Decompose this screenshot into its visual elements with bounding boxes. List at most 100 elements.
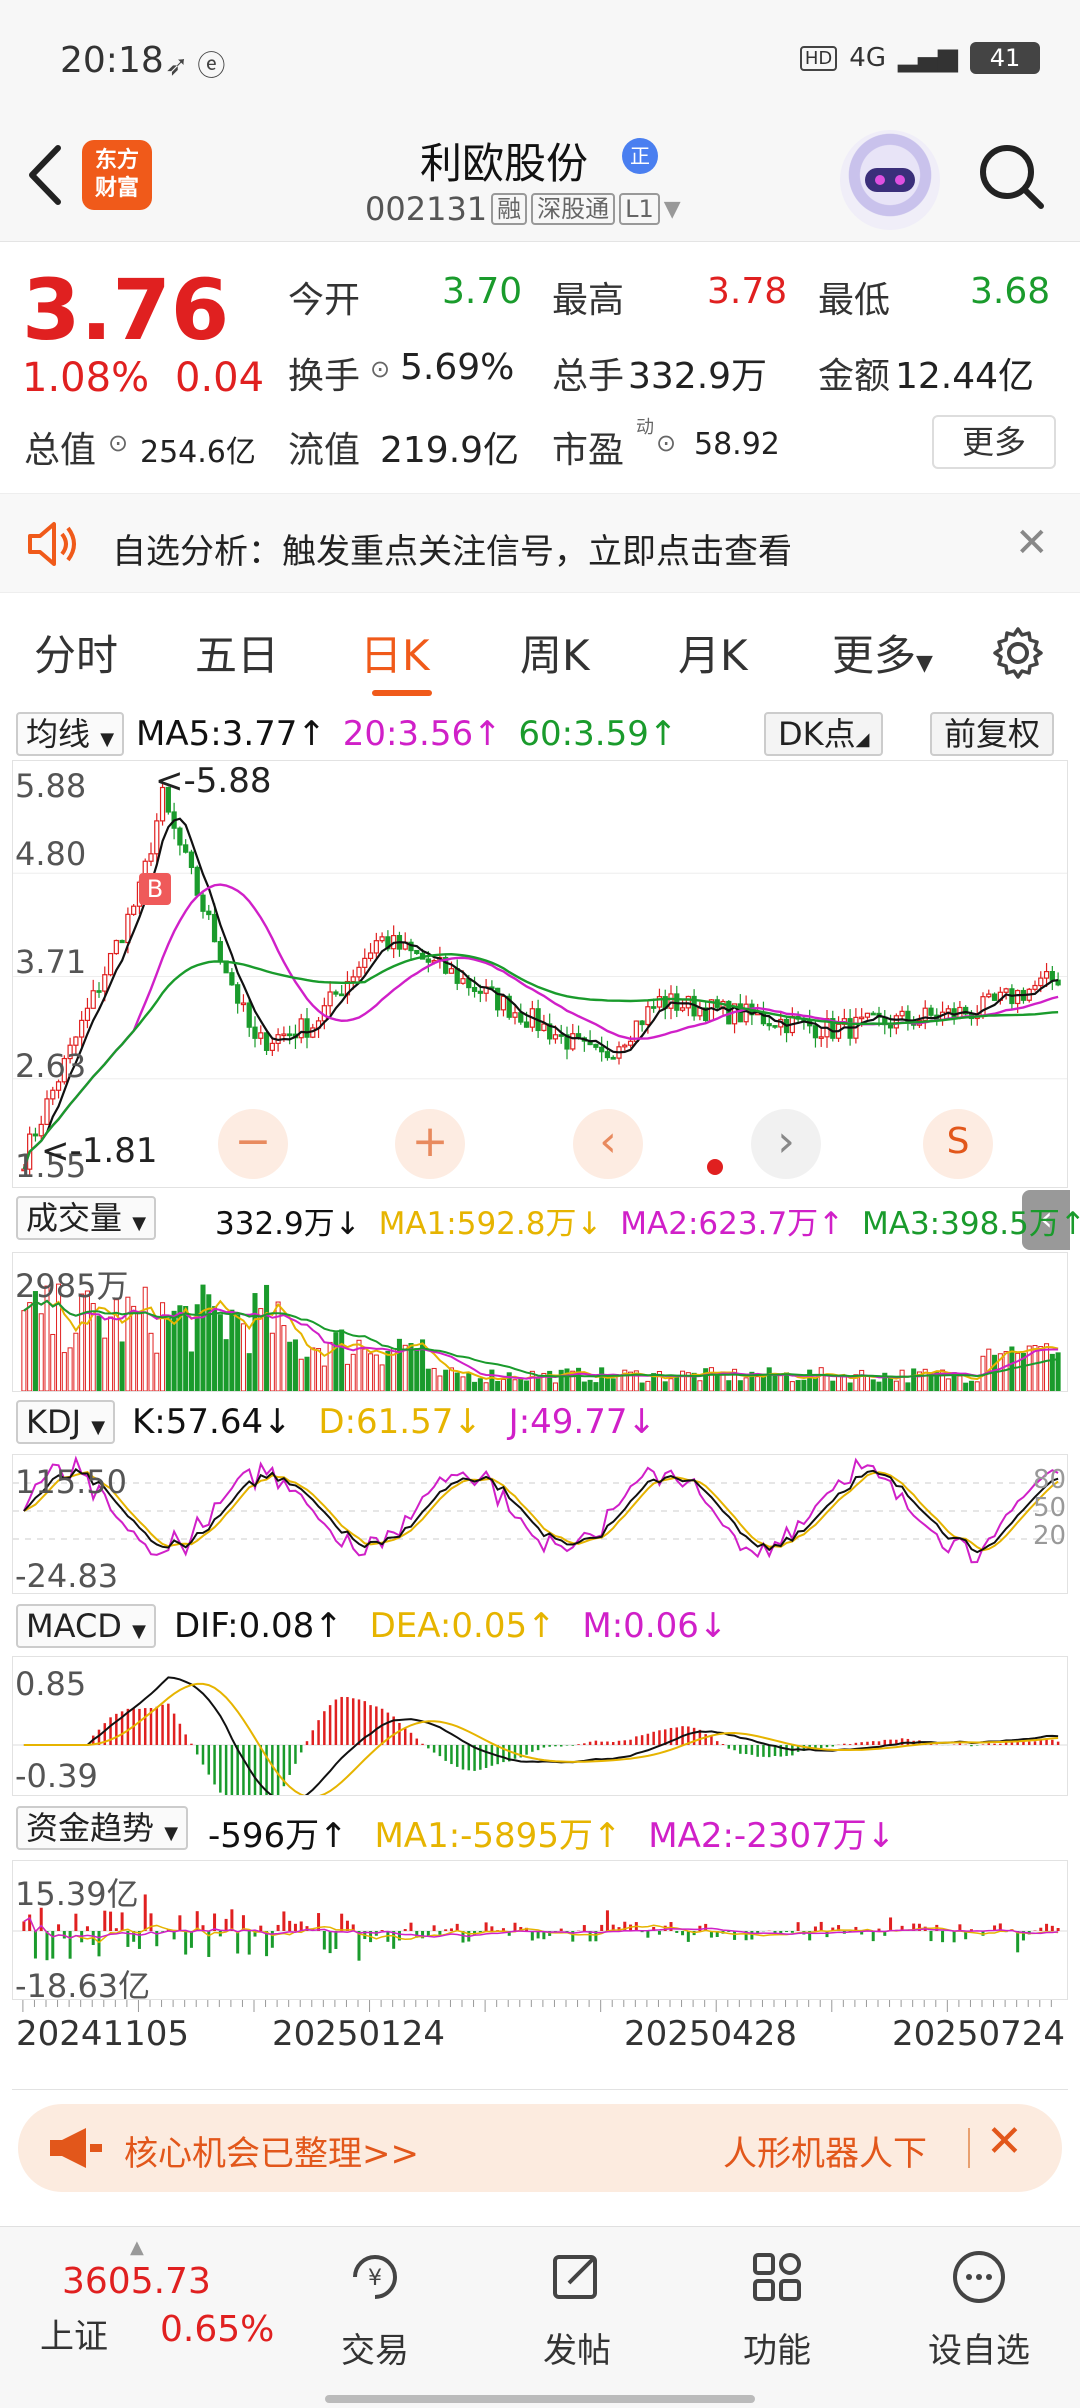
macd-dropdown[interactable]: MACD ▼	[16, 1604, 156, 1648]
promo-left-text[interactable]: 核心机会已整理>>	[124, 2126, 419, 2175]
nav-functions[interactable]: 功能	[722, 2247, 832, 2372]
zoom-out-button[interactable]: −	[218, 1109, 288, 1179]
scroll-right-button[interactable]: ›	[751, 1109, 821, 1179]
kdj-ref-50: 50	[1033, 1493, 1067, 1523]
candle-body	[252, 1026, 258, 1039]
tab-five-day[interactable]: 五日	[195, 622, 279, 683]
volume-bar	[287, 1341, 293, 1391]
candle-body	[84, 1007, 91, 1021]
kline-chart[interactable]: 5.88 4.80 3.71 2.63 1.55 <-5.88 <-1.81 B…	[12, 760, 1068, 1188]
candle-body	[90, 990, 96, 1009]
promo-banner[interactable]: 核心机会已整理>> 人形机器人下 ✕	[18, 2104, 1062, 2192]
zoom-in-button[interactable]: +	[395, 1109, 465, 1179]
alert-bar[interactable]: 自选分析：触发重点关注信号，立即点击查看 ✕	[0, 493, 1080, 593]
candle-body	[1043, 971, 1050, 979]
volume-bar	[639, 1382, 645, 1391]
volume-bar	[142, 1286, 148, 1391]
close-icon[interactable]: ✕	[1015, 520, 1049, 566]
volume-bar	[766, 1367, 772, 1391]
reset-s-button[interactable]: S	[923, 1109, 993, 1179]
close-icon[interactable]: ✕	[986, 2116, 1023, 2167]
candle-body	[194, 866, 200, 896]
tab-more[interactable]: 更多▼	[832, 622, 933, 683]
macd-y-bottom: -0.39	[15, 1757, 98, 1795]
volume-bar	[258, 1308, 264, 1391]
tab-weekly-k[interactable]: 周K	[520, 622, 590, 683]
adjust-button[interactable]: 前复权	[930, 712, 1055, 756]
promo-right-text[interactable]: 人形机器人下	[723, 2126, 927, 2175]
kdj-j-line	[22, 1455, 1059, 1564]
volume-dropdown[interactable]: 成交量 ▼	[16, 1196, 157, 1240]
dk-point-button[interactable]: DK点◢	[764, 712, 884, 756]
fund-values: -596万↑ MA1:-5895万↑ MA2:-2307万↓	[208, 1808, 911, 1857]
candle-body	[986, 993, 992, 998]
candle-body	[651, 1006, 657, 1009]
fund-dropdown[interactable]: 资金趋势 ▼	[16, 1806, 189, 1850]
more-button[interactable]: 更多	[932, 415, 1056, 469]
candle-body	[367, 952, 374, 959]
volume-bar	[385, 1350, 391, 1391]
volume-bar	[50, 1333, 56, 1391]
buy-signal-badge[interactable]: B	[139, 873, 171, 905]
candle-body	[32, 1133, 39, 1137]
ma20-value: 20:3.56↑	[342, 714, 502, 754]
index-name[interactable]: 上证	[40, 2309, 108, 2358]
volume-bar	[27, 1302, 33, 1391]
index-percent[interactable]: 0.65%	[160, 2309, 274, 2350]
candle-body	[604, 1051, 611, 1059]
volume-bar	[726, 1380, 732, 1391]
volume-bar	[807, 1369, 813, 1391]
nav-trade[interactable]: ¥ 交易	[320, 2247, 430, 2372]
volume-bar	[252, 1293, 258, 1391]
candle-body	[558, 1034, 564, 1037]
kdj-y-top: 115.50	[15, 1463, 127, 1501]
date-label: 20250724	[892, 2014, 1066, 2054]
volume-bar	[1044, 1343, 1050, 1391]
tab-monthly-k[interactable]: 月K	[678, 622, 748, 683]
candle-body	[131, 905, 137, 915]
header: 东方 财富 利欧股份 正 002131 融 深股通 L1 ▼	[0, 120, 1080, 242]
volume-bar	[131, 1305, 137, 1391]
search-icon[interactable]	[975, 140, 1047, 212]
market-cap-label: 总值	[24, 430, 97, 471]
nav-post[interactable]: 发帖	[522, 2247, 632, 2372]
info-icon[interactable]: ⊙	[108, 429, 128, 457]
candle-body	[333, 991, 339, 995]
fund-chart[interactable]: 15.39亿 -18.63亿	[12, 1860, 1068, 2000]
ma-dropdown[interactable]: 均线 ▼	[16, 712, 125, 756]
robot-assistant-icon[interactable]	[840, 130, 940, 230]
volume-bar	[645, 1380, 651, 1391]
date-label: 20250124	[272, 2014, 446, 2054]
volume-bar	[795, 1380, 801, 1391]
stock-code-row[interactable]: 002131 融 深股通 L1 ▼	[365, 190, 681, 228]
tab-daily-k[interactable]: 日K	[360, 622, 430, 683]
volume-bar	[674, 1376, 680, 1391]
nav-label: 交易	[341, 2331, 409, 2371]
macd-chart[interactable]: 0.85 -0.39	[12, 1656, 1068, 1796]
volume-bar	[535, 1377, 541, 1391]
volume-bar	[368, 1353, 374, 1391]
volume-bar	[587, 1379, 593, 1391]
candle-body	[183, 844, 189, 853]
trade-icon: ¥	[353, 2255, 397, 2299]
volume-value: 332.9万↓	[215, 1206, 361, 1242]
volume-bar	[708, 1367, 714, 1391]
nav-add-watchlist[interactable]: 设自选	[924, 2247, 1034, 2372]
kdj-values: K:57.64↓ D:61.57↓ J:49.77↓	[132, 1402, 672, 1442]
volume-bar	[610, 1378, 616, 1391]
info-icon[interactable]: ⊙	[656, 429, 676, 457]
back-button[interactable]	[22, 140, 72, 210]
volume-bar	[373, 1354, 379, 1391]
pe-label: 市盈	[552, 430, 625, 471]
volume-bar	[662, 1381, 668, 1391]
gear-icon[interactable]	[990, 625, 1046, 681]
tab-intraday[interactable]: 分时	[34, 622, 118, 683]
volume-chart[interactable]: 2985万	[12, 1252, 1068, 1392]
scroll-left-button[interactable]: ‹	[573, 1109, 643, 1179]
kdj-chart[interactable]: 115.50 -24.83 80 50 20	[12, 1454, 1068, 1594]
index-value[interactable]: 3605.73	[62, 2261, 211, 2302]
change-percent: 1.08%	[22, 355, 150, 401]
kdj-dropdown[interactable]: KDJ ▼	[16, 1400, 116, 1444]
candle-body	[471, 986, 478, 992]
info-icon[interactable]: ⊙	[370, 355, 390, 383]
